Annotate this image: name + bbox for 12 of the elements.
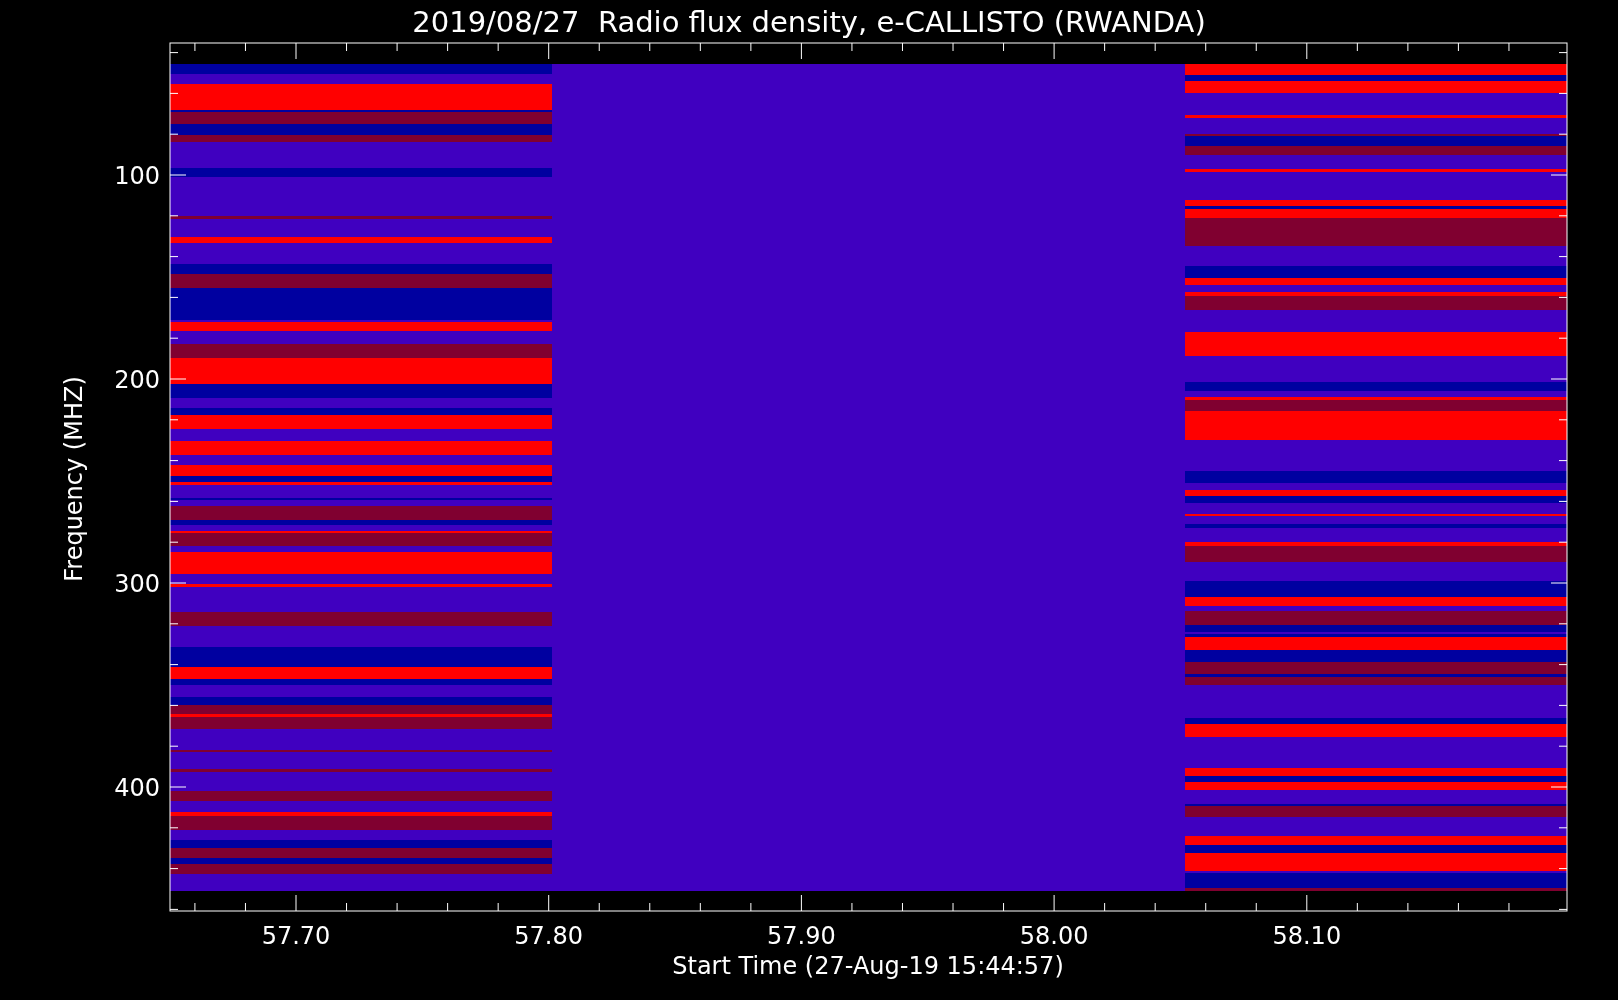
x-tick-label: 58.00	[1019, 922, 1089, 950]
chart-title: 2019/08/27 Radio flux density, e-CALLISTO (RWANDA)	[412, 5, 1206, 39]
y-tick-label: 300	[114, 570, 160, 598]
x-tick-label: 57.70	[261, 922, 331, 950]
x-tick-label: 58.10	[1272, 922, 1342, 950]
y-tick-label: 100	[114, 162, 160, 190]
y-axis-label: Frequency (MHZ)	[60, 376, 88, 582]
x-tick-label: 57.90	[767, 922, 836, 950]
x-tick-label: 57.80	[514, 922, 584, 950]
x-axis-label: Start Time (27-Aug-19 15:44:57)	[672, 952, 1064, 980]
y-tick-label: 200	[114, 366, 160, 394]
y-tick-label: 400	[114, 774, 160, 802]
